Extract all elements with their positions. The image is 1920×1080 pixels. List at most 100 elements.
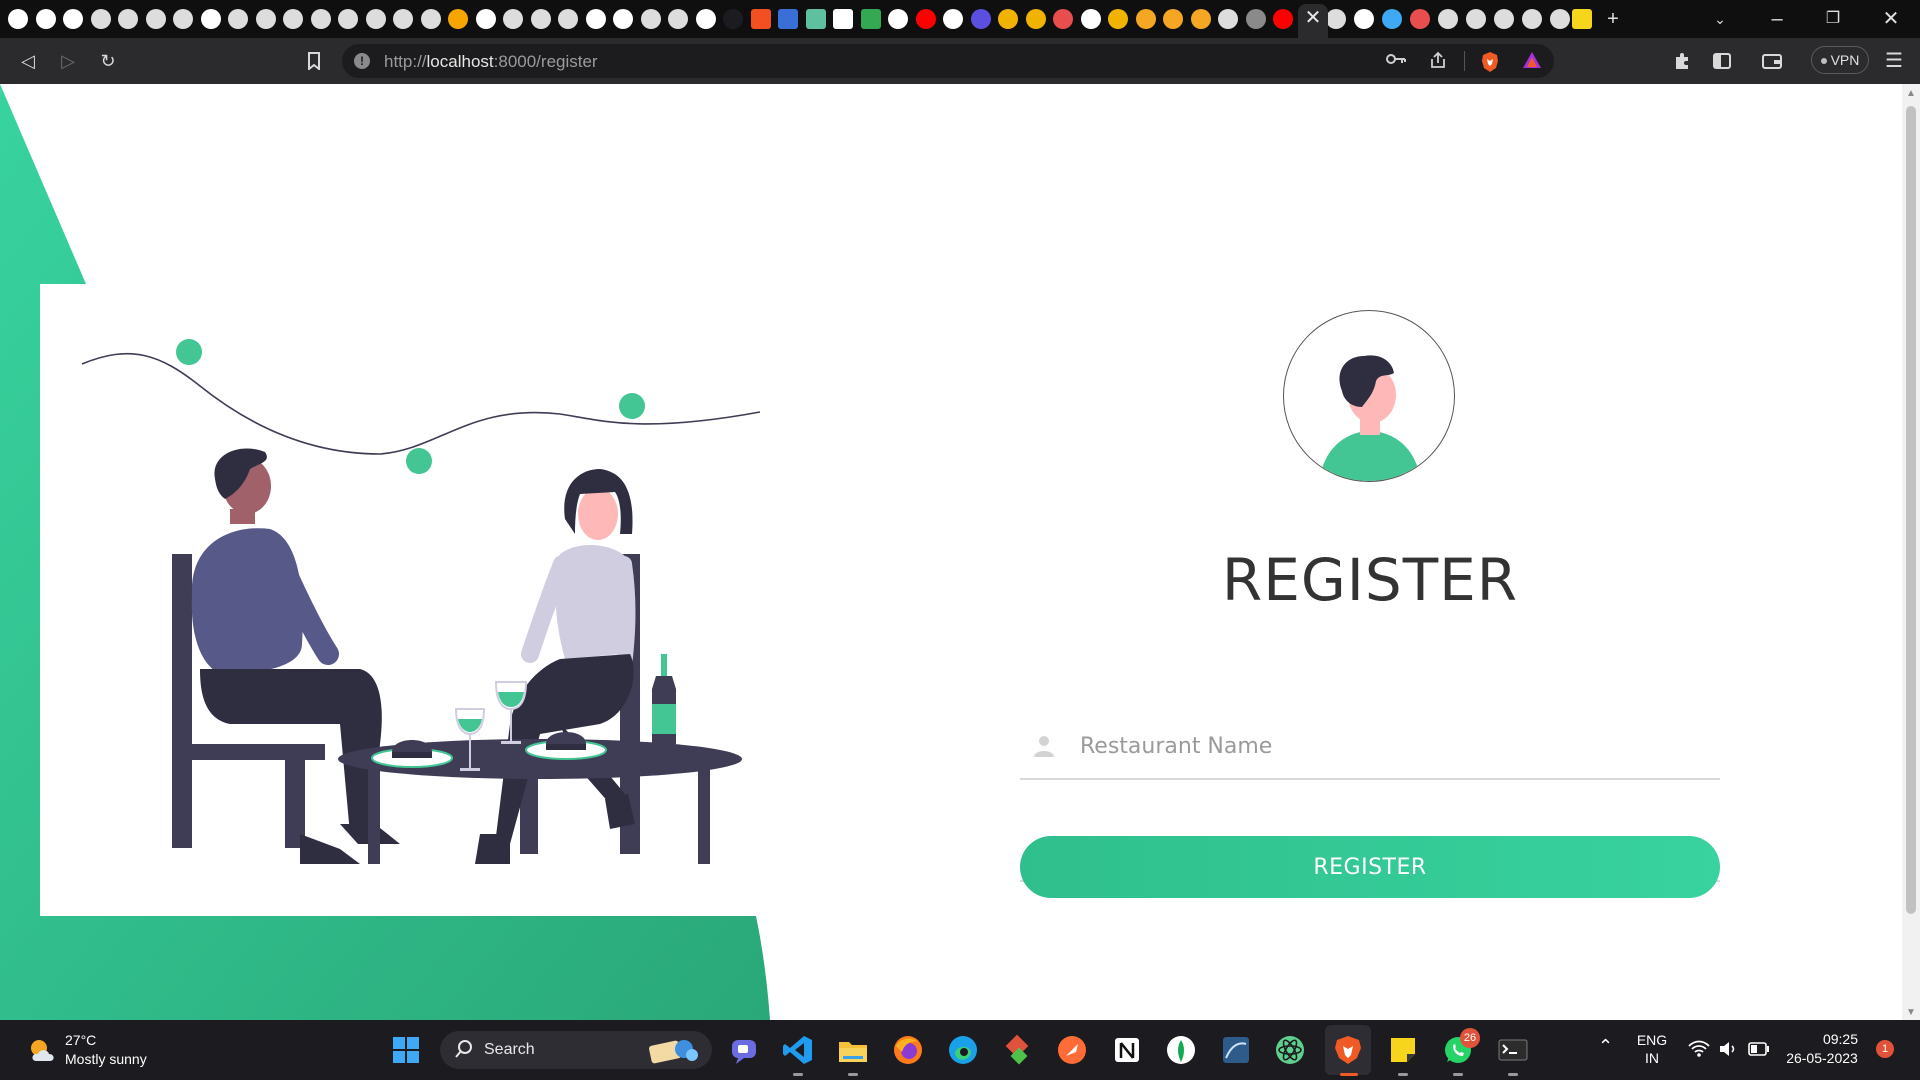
postman-icon[interactable] xyxy=(1056,1034,1088,1066)
tab-favicon-icon[interactable] xyxy=(1522,9,1542,29)
site-info-icon[interactable]: ! xyxy=(354,53,370,69)
new-tab-button[interactable]: + xyxy=(1598,5,1628,33)
address-url[interactable]: http://localhost:8000/register xyxy=(384,52,598,72)
tab-favicon-icon[interactable] xyxy=(338,9,358,29)
tab-favicon-icon[interactable] xyxy=(393,9,413,29)
tab-favicon-icon[interactable] xyxy=(1572,9,1592,29)
brave-shields-icon[interactable] xyxy=(1478,51,1502,72)
edge-icon[interactable] xyxy=(947,1034,979,1066)
tab-favicon-icon[interactable] xyxy=(36,9,56,29)
tab-favicon-icon[interactable] xyxy=(1081,9,1101,29)
forward-button[interactable]: ▷ xyxy=(54,47,82,75)
tab-favicon-icon[interactable] xyxy=(833,9,853,29)
notification-badge[interactable]: 1 xyxy=(1876,1040,1894,1058)
tab-favicon-icon[interactable] xyxy=(1053,9,1073,29)
clock[interactable]: 09:25 26-05-2023 xyxy=(1780,1031,1864,1066)
teams-chat-icon[interactable] xyxy=(728,1034,760,1066)
battery-icon[interactable] xyxy=(1748,1042,1770,1056)
tab-favicon-icon[interactable] xyxy=(751,9,771,29)
tab-favicon-icon[interactable] xyxy=(1136,9,1156,29)
share-icon[interactable] xyxy=(1426,51,1450,71)
tab-favicon-icon[interactable] xyxy=(723,9,743,29)
tab-favicon-icon[interactable] xyxy=(1246,9,1266,29)
tab-favicon-icon[interactable] xyxy=(146,9,166,29)
tab-favicon-icon[interactable] xyxy=(256,9,276,29)
tab-favicon-icon[interactable] xyxy=(696,9,716,29)
tab-favicon-icon[interactable] xyxy=(971,9,991,29)
menu-icon[interactable]: ☰ xyxy=(1880,47,1908,75)
tab-favicon-icon[interactable] xyxy=(668,9,688,29)
git-kraken-icon[interactable] xyxy=(1001,1034,1033,1066)
tab-favicon-icon[interactable] xyxy=(228,9,248,29)
volume-icon[interactable] xyxy=(1718,1040,1738,1058)
tab-favicon-icon[interactable] xyxy=(586,9,606,29)
terminal-icon[interactable] xyxy=(1497,1034,1529,1066)
tab-favicon-icon[interactable] xyxy=(1273,9,1293,29)
tab-favicon-icon[interactable] xyxy=(1218,9,1238,29)
tab-favicon-icon[interactable] xyxy=(91,9,111,29)
restore-button[interactable]: ❐ xyxy=(1818,5,1848,33)
tab-favicon-icon[interactable] xyxy=(476,9,496,29)
scroll-down-arrow-icon[interactable]: ▼ xyxy=(1906,1007,1916,1018)
tab-favicon-icon[interactable] xyxy=(118,9,138,29)
tab-favicon-icon[interactable] xyxy=(888,9,908,29)
tab-favicon-icon[interactable] xyxy=(421,9,441,29)
tab-favicon-icon[interactable] xyxy=(1026,9,1046,29)
tab-favicon-icon[interactable] xyxy=(778,9,798,29)
tab-favicon-icon[interactable] xyxy=(173,9,193,29)
tab-favicon-icon[interactable] xyxy=(916,9,936,29)
reload-button[interactable]: ↻ xyxy=(94,47,122,75)
tab-favicon-icon[interactable] xyxy=(1494,9,1514,29)
atom-icon[interactable] xyxy=(1274,1034,1306,1066)
scroll-thumb[interactable] xyxy=(1906,106,1916,914)
tab-favicon-icon[interactable] xyxy=(613,9,633,29)
window-close-button[interactable]: ✕ xyxy=(1876,5,1906,33)
tab-favicon-icon[interactable] xyxy=(1550,9,1570,29)
tab-favicon-icon[interactable] xyxy=(1410,9,1430,29)
restaurant-name-input[interactable] xyxy=(1080,724,1700,768)
tab-favicon-icon[interactable] xyxy=(861,9,881,29)
tab-favicon-icon[interactable] xyxy=(8,9,28,29)
close-tab-icon[interactable]: ✕ xyxy=(1303,5,1323,31)
tab-favicon-icon[interactable] xyxy=(558,9,578,29)
tab-favicon-icon[interactable] xyxy=(448,9,468,29)
weather-condition[interactable]: Mostly sunny xyxy=(65,1051,147,1067)
mysql-workbench-icon[interactable] xyxy=(1220,1034,1252,1066)
tab-favicon-icon[interactable] xyxy=(311,9,331,29)
tab-favicon-icon[interactable] xyxy=(1466,9,1486,29)
key-icon[interactable] xyxy=(1384,51,1408,71)
tray-overflow-chevron-icon[interactable]: ⌃ xyxy=(1598,1036,1613,1057)
tab-favicon-icon[interactable] xyxy=(641,9,661,29)
tab-favicon-icon[interactable] xyxy=(1382,9,1402,29)
brave-icon[interactable] xyxy=(1332,1034,1364,1066)
windows-start-icon[interactable] xyxy=(390,1034,422,1066)
bookmark-icon[interactable] xyxy=(300,47,328,75)
brave-rewards-icon[interactable] xyxy=(1520,51,1544,71)
tab-favicon-icon[interactable] xyxy=(943,9,963,29)
tab-favicon-icon[interactable] xyxy=(806,9,826,29)
vpn-button[interactable]: VPN xyxy=(1811,46,1869,74)
firefox-icon[interactable] xyxy=(892,1034,924,1066)
tab-favicon-icon[interactable] xyxy=(201,9,221,29)
minimize-button[interactable]: – xyxy=(1762,5,1792,33)
page-scrollbar[interactable]: ▲ ▼ xyxy=(1902,84,1920,1020)
sticky-notes-icon[interactable] xyxy=(1387,1034,1419,1066)
tab-favicon-icon[interactable] xyxy=(1191,9,1211,29)
tab-favicon-icon[interactable] xyxy=(1354,9,1374,29)
tab-favicon-icon[interactable] xyxy=(1108,9,1128,29)
tab-favicon-icon[interactable] xyxy=(531,9,551,29)
register-button[interactable]: REGISTER xyxy=(1020,836,1720,898)
tab-favicon-icon[interactable] xyxy=(283,9,303,29)
tab-favicon-icon[interactable] xyxy=(1326,9,1346,29)
back-button[interactable]: ◁ xyxy=(14,47,42,75)
tab-search-chevron-icon[interactable]: ⌄ xyxy=(1705,5,1735,33)
tab-favicon-icon[interactable] xyxy=(998,9,1018,29)
taskbar-search[interactable]: Search xyxy=(440,1031,712,1069)
notion-icon[interactable] xyxy=(1111,1034,1143,1066)
language-indicator[interactable]: ENG IN xyxy=(1636,1032,1668,1066)
tab-favicon-icon[interactable] xyxy=(63,9,83,29)
file-explorer-icon[interactable] xyxy=(837,1034,869,1066)
wifi-icon[interactable] xyxy=(1688,1040,1710,1058)
tab-favicon-icon[interactable] xyxy=(366,9,386,29)
address-bar[interactable]: ! http://localhost:8000/register xyxy=(342,44,1554,78)
